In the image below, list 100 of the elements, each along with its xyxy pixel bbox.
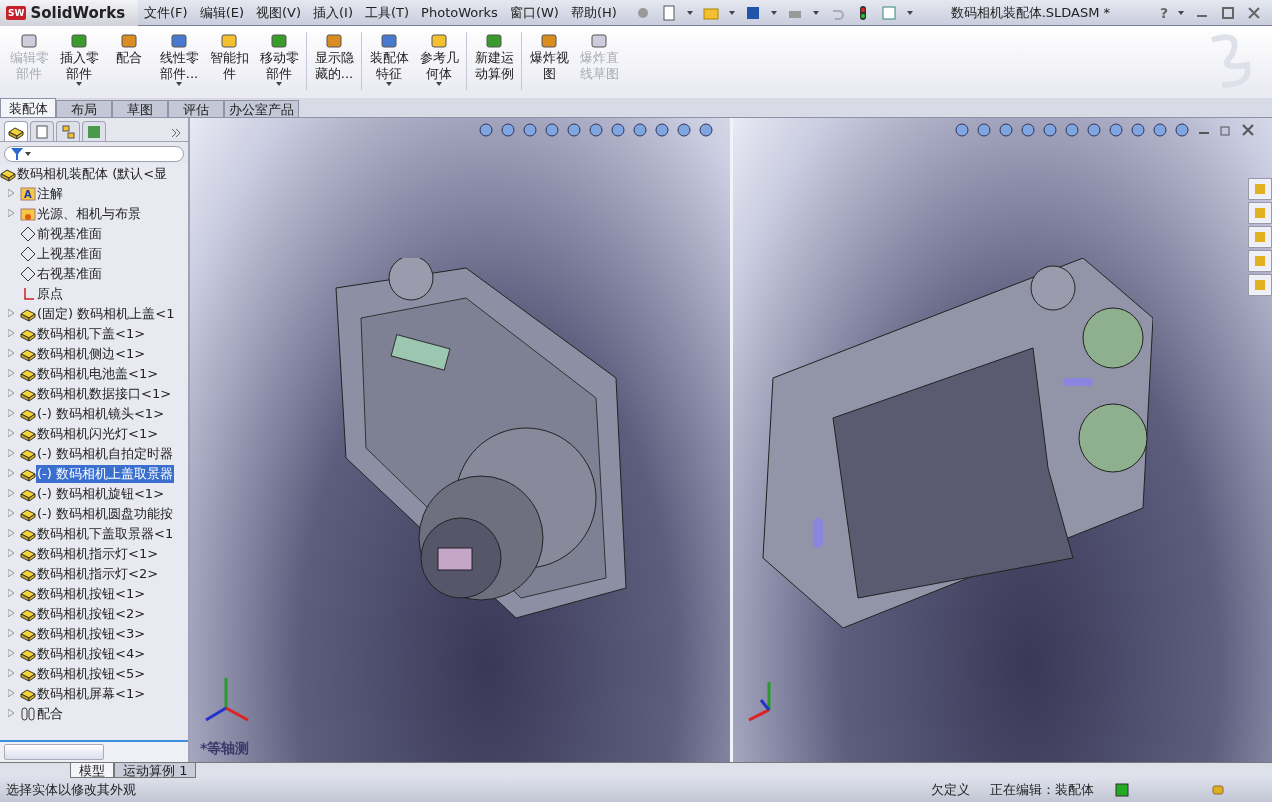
tree-item[interactable]: (-) 数码相机自拍定时器 xyxy=(36,445,174,463)
tree-item[interactable]: 配合 xyxy=(36,705,64,723)
task-pane-button[interactable] xyxy=(1248,178,1272,200)
appearance-tab[interactable] xyxy=(82,121,106,141)
tree-item[interactable]: 数码相机指示灯<1> xyxy=(36,545,160,563)
expand-arrow-icon[interactable] xyxy=(8,549,14,557)
tree-item[interactable]: (-) 数码相机上盖取景器 xyxy=(36,465,174,483)
tree-item[interactable]: 数码相机侧边<1> xyxy=(36,345,147,363)
expand-arrow-icon[interactable] xyxy=(8,649,14,657)
tree-item[interactable]: 数码相机按钮<2> xyxy=(36,605,147,623)
lights-folder-icon xyxy=(20,206,36,222)
command-tab[interactable]: 办公室产品 xyxy=(224,100,299,117)
expand-arrow-icon[interactable] xyxy=(8,209,14,217)
command-button[interactable]: 线性零部件... xyxy=(154,32,204,86)
caret-icon xyxy=(25,152,31,156)
menu-item[interactable]: 窗口(W) xyxy=(503,3,565,22)
bottom-tab[interactable]: 模型 xyxy=(70,763,114,778)
close-icon[interactable] xyxy=(1246,4,1262,21)
tree-item[interactable]: 数码相机闪光灯<1> xyxy=(36,425,160,443)
expand-arrow-icon[interactable] xyxy=(8,709,14,717)
tree-item[interactable]: 数码相机下盖取景器<1 xyxy=(36,525,175,543)
command-button[interactable]: 智能扣件 xyxy=(204,32,254,82)
viewport[interactable]: *等轴测 xyxy=(190,118,730,762)
tree-item[interactable]: 原点 xyxy=(36,285,64,303)
command-icon xyxy=(219,32,239,50)
tag-icon[interactable] xyxy=(1210,782,1226,798)
menu-item[interactable]: 文件(F) xyxy=(138,3,194,22)
bottom-tab[interactable]: 运动算例 1 xyxy=(114,763,197,778)
maximize-icon[interactable] xyxy=(1220,4,1236,21)
expand-arrow-icon[interactable] xyxy=(8,349,14,357)
command-button[interactable]: 参考几何体 xyxy=(414,32,464,86)
expand-arrow-icon[interactable] xyxy=(8,389,14,397)
command-icon xyxy=(119,32,139,50)
filter-field[interactable] xyxy=(4,146,184,162)
command-tab[interactable]: 布局 xyxy=(56,100,112,117)
tree-item[interactable]: 数码相机数据接口<1> xyxy=(36,385,173,403)
expand-arrow-icon[interactable] xyxy=(8,629,14,637)
expand-arrow-icon[interactable] xyxy=(8,669,14,677)
horizontal-scrollbar[interactable] xyxy=(0,740,188,762)
tree-item[interactable]: 注解 xyxy=(36,185,64,203)
tree-item[interactable]: 数码相机按钮<5> xyxy=(36,665,147,683)
expand-arrow-icon[interactable] xyxy=(8,449,14,457)
menu-item[interactable]: 工具(T) xyxy=(359,3,416,22)
tree-item[interactable]: (-) 数码相机圆盘功能按 xyxy=(36,505,174,523)
tree-item[interactable]: 上视基准面 xyxy=(36,245,103,263)
tree-item[interactable]: 数码相机指示灯<2> xyxy=(36,565,160,583)
tree-item[interactable]: 数码相机按钮<3> xyxy=(36,625,147,643)
command-icon xyxy=(429,32,449,50)
help-button[interactable]: ? xyxy=(1159,4,1168,21)
task-pane-button[interactable] xyxy=(1248,250,1272,272)
expand-arrow-icon[interactable] xyxy=(8,429,14,437)
tree-item[interactable]: 数码相机按钮<4> xyxy=(36,645,147,663)
tree-item[interactable]: (-) 数码相机旋钮<1> xyxy=(36,485,166,503)
menu-item[interactable]: 编辑(E) xyxy=(193,3,250,22)
tree-item[interactable]: 数码相机装配体 (默认<显 xyxy=(16,165,169,183)
close-icon[interactable] xyxy=(1240,122,1256,138)
menu-item[interactable]: PhotoWorks xyxy=(415,5,504,20)
expand-arrow-icon[interactable] xyxy=(8,409,14,417)
expand-arrow-icon[interactable] xyxy=(8,569,14,577)
configuration-tab[interactable] xyxy=(56,121,80,141)
tree-item[interactable]: 光源、相机与布景 xyxy=(36,205,142,223)
expand-arrow-icon[interactable] xyxy=(8,189,14,197)
tree-item[interactable]: 数码相机下盖<1> xyxy=(36,325,147,343)
command-tab[interactable]: 装配体 xyxy=(0,98,56,117)
feature-tree-tab[interactable] xyxy=(4,121,28,141)
tree-item[interactable]: 数码相机屏幕<1> xyxy=(36,685,147,703)
command-button[interactable]: 爆炸视图 xyxy=(524,32,574,82)
task-pane-button[interactable] xyxy=(1248,226,1272,248)
expand-arrow-icon[interactable] xyxy=(8,309,14,317)
task-pane-button[interactable] xyxy=(1248,202,1272,224)
tree-item[interactable]: (-) 数码相机镜头<1> xyxy=(36,405,166,423)
expand-arrow-icon[interactable] xyxy=(8,489,14,497)
command-button[interactable]: 装配体特征 xyxy=(364,32,414,86)
tree-item[interactable]: (固定) 数码相机上盖<1 xyxy=(36,305,176,323)
command-tab[interactable]: 草图 xyxy=(112,100,168,117)
expand-arrow-icon[interactable] xyxy=(8,469,14,477)
viewport[interactable] xyxy=(732,118,1272,762)
tree-item[interactable]: 右视基准面 xyxy=(36,265,103,283)
menu-item[interactable]: 帮助(H) xyxy=(564,3,623,22)
command-button[interactable]: 显示隐藏的... xyxy=(309,32,359,82)
expand-arrow-icon[interactable] xyxy=(8,329,14,337)
new-document-icon[interactable] xyxy=(660,4,677,21)
expand-arrow-icon[interactable] xyxy=(8,609,14,617)
task-pane-button[interactable] xyxy=(1248,274,1272,296)
command-button[interactable]: 配合 xyxy=(104,32,154,66)
command-button[interactable]: 移动零部件 xyxy=(254,32,304,86)
tree-item[interactable]: 前视基准面 xyxy=(36,225,103,243)
tree-item[interactable]: 数码相机电池盖<1> xyxy=(36,365,160,383)
command-button[interactable]: 插入零部件 xyxy=(54,32,104,86)
menu-item[interactable]: 插入(I) xyxy=(307,3,359,22)
tree-item[interactable]: 数码相机按钮<1> xyxy=(36,585,147,603)
options-list-icon[interactable] xyxy=(880,4,897,21)
expand-arrow-icon[interactable] xyxy=(8,689,14,697)
command-button[interactable]: 新建运动算例 xyxy=(469,32,519,82)
expand-arrow-icon[interactable] xyxy=(8,589,14,597)
menu-item[interactable]: 视图(V) xyxy=(250,3,308,22)
expand-arrow-icon[interactable] xyxy=(8,509,14,517)
command-tab[interactable]: 评估 xyxy=(168,100,224,117)
expand-arrow-icon[interactable] xyxy=(8,529,14,537)
expand-arrow-icon[interactable] xyxy=(8,369,14,377)
